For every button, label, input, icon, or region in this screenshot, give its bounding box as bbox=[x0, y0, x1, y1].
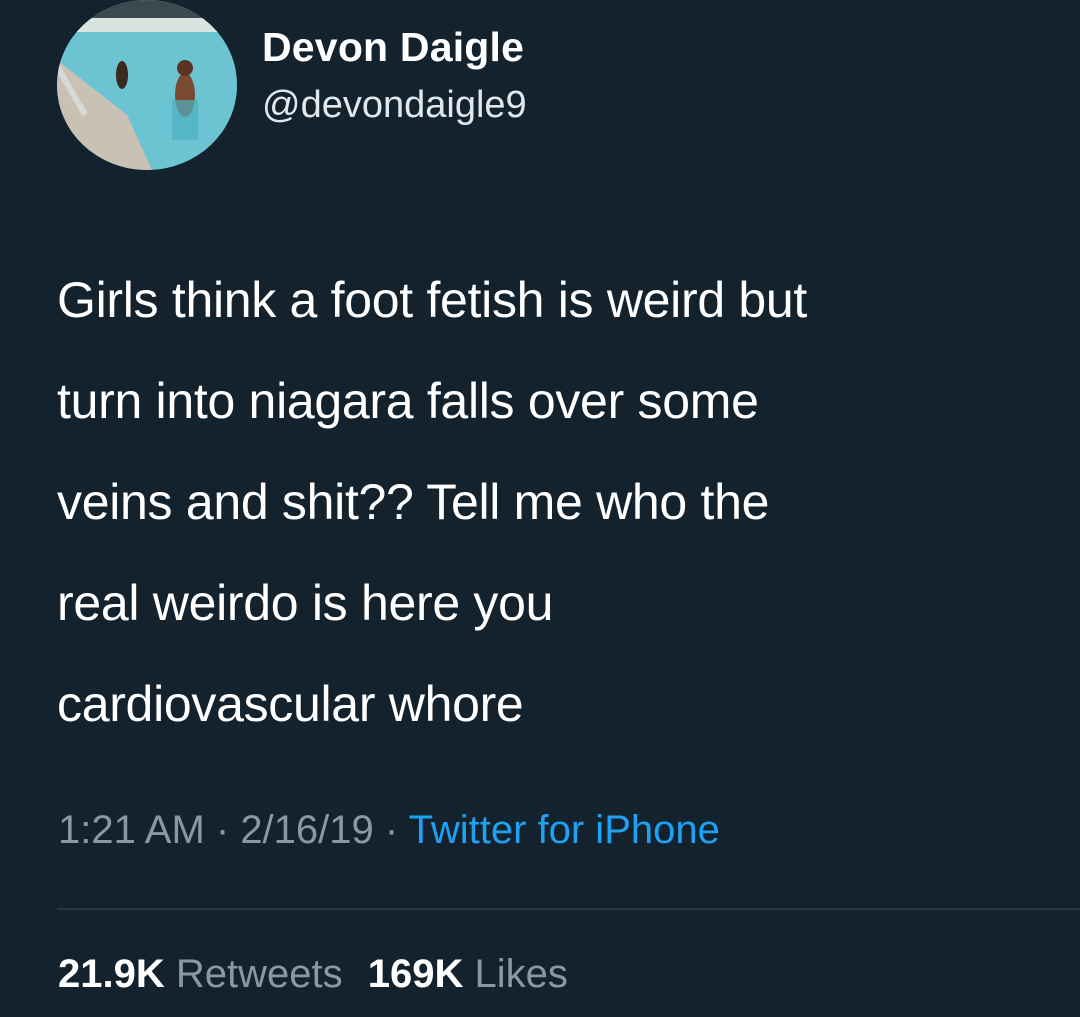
tweet-source-link[interactable]: Twitter for iPhone bbox=[409, 808, 720, 852]
tweet-time[interactable]: 1:21 AM bbox=[58, 808, 205, 852]
meta-separator: · bbox=[373, 808, 409, 852]
likes-count: 169K bbox=[367, 952, 464, 996]
author-name[interactable]: Devon Daigle bbox=[262, 24, 524, 71]
tweet-metadata: 1:21 AM · 2/16/19 · Twitter for iPhone bbox=[58, 808, 720, 853]
tweet-card: Devon Daigle @devondaigle9 Girls think a… bbox=[0, 0, 1080, 1017]
divider bbox=[57, 908, 1080, 910]
avatar[interactable] bbox=[57, 0, 237, 170]
author-handle[interactable]: @devondaigle9 bbox=[262, 84, 527, 127]
meta-separator: · bbox=[204, 808, 241, 852]
retweets-label: Retweets bbox=[175, 952, 343, 996]
likes-stat[interactable]: 169K Likes bbox=[368, 952, 568, 996]
engagement-stats: 21.9K Retweets 169K Likes bbox=[58, 952, 568, 997]
avatar-photo-icon bbox=[57, 0, 237, 170]
tweet-text: Girls think a foot fetish is weird but t… bbox=[57, 272, 808, 732]
likes-label: Likes bbox=[474, 952, 568, 996]
retweets-count: 21.9K bbox=[58, 952, 165, 996]
tweet-date[interactable]: 2/16/19 bbox=[240, 808, 373, 852]
retweets-stat[interactable]: 21.9K Retweets bbox=[58, 952, 343, 996]
